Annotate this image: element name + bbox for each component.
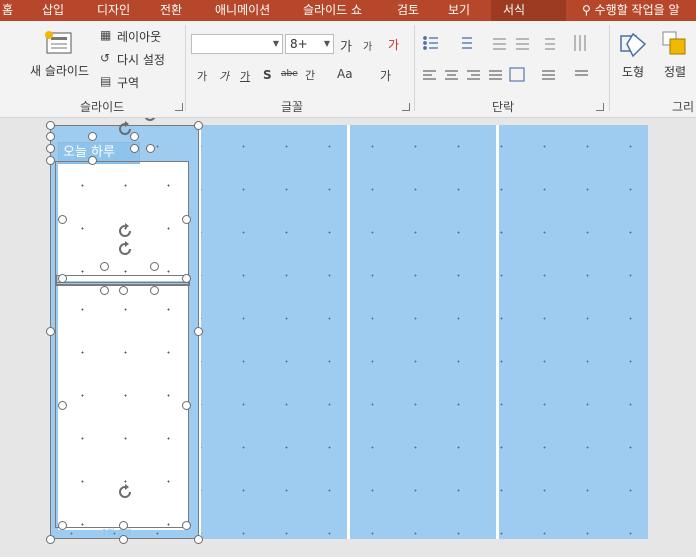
char-spacing-icon[interactable]: 간 — [305, 67, 315, 83]
divider — [609, 25, 610, 111]
tab-format[interactable]: 서식 — [491, 0, 566, 21]
resize-handle[interactable] — [46, 121, 55, 130]
resize-handle[interactable] — [130, 144, 139, 153]
layout-button[interactable]: 레이아웃 — [117, 28, 161, 45]
shapes-icon[interactable] — [619, 30, 649, 60]
underline-icon[interactable]: 가 — [240, 68, 250, 84]
tab-review[interactable]: 검토 — [397, 0, 419, 21]
text-shadow-icon[interactable]: S — [263, 68, 272, 82]
grow-font-icon[interactable]: 가 — [340, 36, 352, 55]
resize-handle[interactable] — [100, 286, 109, 295]
font-name-combo[interactable]: ▼ — [191, 34, 283, 54]
column-divider — [347, 125, 350, 539]
section-icon: ▤ — [100, 74, 112, 88]
paragraph-launcher-icon[interactable] — [596, 103, 604, 111]
resize-handle[interactable] — [58, 215, 67, 224]
arrange-button[interactable]: 정렬 — [664, 63, 686, 80]
shrink-font-icon[interactable]: 가 — [363, 38, 372, 53]
resize-handle[interactable] — [194, 535, 203, 544]
resize-handle[interactable] — [46, 132, 55, 141]
divider — [414, 25, 415, 111]
bold-icon[interactable]: 가 — [197, 68, 207, 84]
paragraph-controls — [420, 31, 605, 91]
slides-launcher-icon[interactable] — [175, 103, 183, 111]
tab-home[interactable]: 홈 — [2, 0, 13, 21]
resize-handle[interactable] — [119, 521, 128, 530]
tab-transitions[interactable]: 전환 — [160, 0, 182, 21]
resize-handle[interactable] — [146, 144, 155, 153]
rotate-handle-icon[interactable] — [116, 240, 134, 258]
new-slide-icon[interactable] — [44, 30, 74, 56]
resize-handle[interactable] — [194, 121, 203, 130]
italic-icon[interactable]: 가 — [219, 68, 229, 84]
new-slide-button[interactable]: 새 슬라이드 — [30, 62, 89, 79]
section-button[interactable]: 구역 — [117, 74, 139, 91]
slide-canvas[interactable]: 오늘 하루 1회 습관 — [0, 118, 696, 557]
shapes-button[interactable]: 도형 — [622, 63, 644, 80]
divider — [185, 25, 186, 111]
resize-handle[interactable] — [46, 327, 55, 336]
group-label-paragraph: 단락 — [492, 100, 515, 114]
layout-icon: ▦ — [100, 28, 112, 42]
rotate-handle-icon[interactable] — [141, 118, 159, 124]
resize-handle[interactable] — [46, 156, 55, 165]
resize-handle[interactable] — [100, 262, 109, 271]
search-text: 수행할 작업을 알 — [594, 3, 680, 17]
resize-handle[interactable] — [182, 401, 191, 410]
resize-handle[interactable] — [58, 401, 67, 410]
font-launcher-icon[interactable] — [402, 103, 410, 111]
clear-format-icon[interactable]: 가 — [388, 36, 399, 53]
group-label-slides: 슬라이드 — [80, 100, 125, 114]
reset-button[interactable]: 다시 설정 — [117, 51, 165, 68]
resize-handle[interactable] — [119, 535, 128, 544]
resize-handle[interactable] — [46, 144, 55, 153]
resize-handle[interactable] — [58, 274, 67, 283]
selection-frame-connector[interactable] — [56, 275, 190, 286]
resize-handle[interactable] — [182, 215, 191, 224]
tab-slideshow[interactable]: 슬라이드 쇼 — [303, 0, 362, 21]
lightbulb-icon: ⚲ — [582, 3, 591, 17]
arrange-icon[interactable] — [661, 30, 691, 60]
group-label-font: 글꼴 — [281, 100, 304, 114]
resize-handle[interactable] — [88, 156, 97, 165]
font-size-combo[interactable]: 8+ ▼ — [285, 34, 334, 54]
resize-handle[interactable] — [182, 521, 191, 530]
resize-handle[interactable] — [182, 274, 191, 283]
column-divider — [496, 125, 499, 539]
tab-animations[interactable]: 애니메이션 — [215, 0, 270, 21]
font-color-icon[interactable]: 가 — [380, 67, 391, 84]
tab-design[interactable]: 디자인 — [97, 0, 130, 21]
strikethrough-icon[interactable]: abe — [281, 69, 298, 79]
resize-handle[interactable] — [150, 262, 159, 271]
rotate-handle-icon[interactable] — [116, 120, 134, 138]
tab-view[interactable]: 보기 — [448, 0, 470, 21]
resize-handle[interactable] — [150, 286, 159, 295]
resize-handle[interactable] — [46, 535, 55, 544]
rotate-handle-icon[interactable] — [116, 222, 134, 240]
reset-icon: ↺ — [100, 51, 111, 65]
resize-handle[interactable] — [88, 132, 97, 141]
resize-handle[interactable] — [194, 327, 203, 336]
group-label-drawing: 그리 — [672, 100, 695, 114]
ribbon-tab-bar: 홈 삽입 디자인 전환 애니메이션 슬라이드 쇼 검토 보기 서식 ⚲ 수행할 … — [0, 0, 696, 21]
change-case-icon[interactable]: Aa — [337, 67, 353, 81]
resize-handle[interactable] — [119, 286, 128, 295]
tab-insert[interactable]: 삽입 — [42, 0, 64, 21]
tell-me-search[interactable]: ⚲ 수행할 작업을 알 — [582, 0, 680, 21]
resize-handle[interactable] — [58, 521, 67, 530]
ribbon: 새 슬라이드 ▦ 레이아웃 ↺ 다시 설정 ▤ 구역 슬라이드 ▼ 8+ ▼ 가 … — [0, 21, 696, 118]
rotate-handle-icon[interactable] — [116, 483, 134, 501]
